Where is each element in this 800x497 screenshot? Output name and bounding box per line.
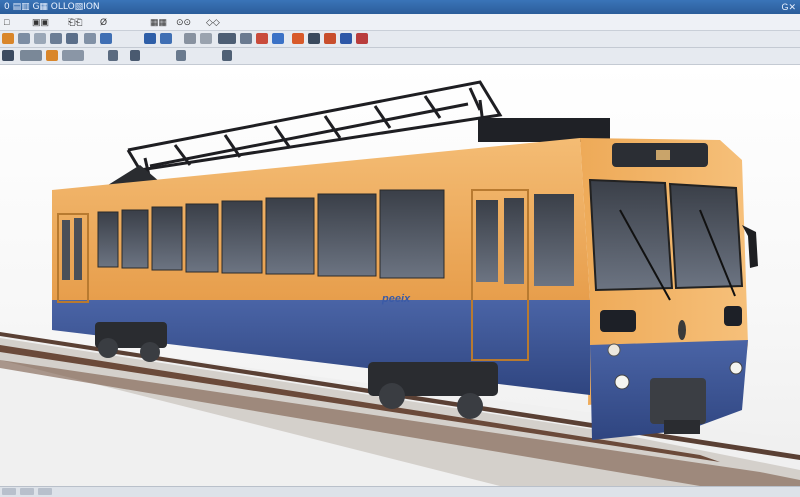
move-icon[interactable] [200, 33, 212, 44]
globe-icon[interactable] [340, 33, 352, 44]
menu-bar: □ ▣▣ ⎗⎗ Ø ▦▦ ⊙⊙ ◇◇ [0, 14, 800, 31]
operator-logo: рееіх [381, 293, 411, 305]
menu-item-tools[interactable]: ▦▦ [150, 15, 167, 29]
marker-light-left [607, 343, 621, 357]
cab-side-window [534, 194, 574, 286]
windshield-right [668, 182, 744, 290]
secondary-toolbar [0, 48, 800, 65]
viewport-3d[interactable]: рееіх [0, 65, 800, 486]
select-icon[interactable] [184, 33, 196, 44]
layers-icon[interactable] [2, 50, 14, 61]
open-icon[interactable] [18, 33, 30, 44]
menu-item-file[interactable]: □ [4, 15, 9, 29]
status-segment-1 [2, 488, 16, 495]
light-icon[interactable] [272, 33, 284, 44]
new-file-icon[interactable] [2, 33, 14, 44]
rear-door-window-left [62, 220, 70, 280]
paste-icon[interactable] [100, 33, 112, 44]
menu-item-edit[interactable]: ▣▣ [32, 15, 49, 29]
headlight-cluster-right [724, 306, 742, 326]
menu-item-insert[interactable]: Ø [100, 15, 107, 29]
tram-scene: рееіх [0, 80, 800, 486]
render-icon[interactable] [308, 33, 320, 44]
route-number [656, 150, 670, 160]
menu-item-help[interactable]: ◇◇ [206, 15, 220, 29]
brush-tool-icon[interactable] [176, 50, 186, 61]
scale-icon[interactable] [240, 33, 252, 44]
save-icon[interactable] [34, 33, 46, 44]
sketch-icon[interactable] [20, 50, 42, 61]
color-icon[interactable] [46, 50, 58, 61]
cut-icon[interactable] [66, 33, 78, 44]
pencil-icon[interactable] [356, 33, 368, 44]
coupler [650, 378, 706, 424]
status-segment-3 [38, 488, 52, 495]
status-segment-2 [20, 488, 34, 495]
line-tool-icon[interactable] [130, 50, 140, 61]
paint-icon[interactable] [324, 33, 336, 44]
undo-icon[interactable] [144, 33, 156, 44]
main-toolbar [0, 31, 800, 48]
eraser-tool-icon[interactable] [222, 50, 232, 61]
headlight-cluster-left [600, 310, 636, 332]
coupler-head [664, 420, 700, 434]
copy-icon[interactable] [84, 33, 96, 44]
front-door-window-right [504, 198, 524, 284]
windshield-left [588, 178, 674, 292]
front-door-window-left [476, 200, 498, 282]
title-bar: 0 ▤▥ G▦ OLLO▧ION G✕ [0, 0, 800, 14]
menu-item-render[interactable]: ⊙⊙ [176, 15, 191, 29]
camera-icon[interactable] [292, 33, 304, 44]
rear-door-window-right [74, 218, 82, 280]
low-light-right [729, 361, 743, 375]
print-icon[interactable] [50, 33, 62, 44]
status-bar [0, 486, 800, 497]
menu-item-view[interactable]: ⎗⎗ [68, 15, 82, 29]
front-emblem [678, 320, 686, 340]
window-controls[interactable]: G✕ [781, 0, 796, 14]
low-light-left [614, 374, 630, 390]
material-icon[interactable] [256, 33, 268, 44]
snap-icon[interactable] [62, 50, 84, 61]
rotate-icon[interactable] [218, 33, 236, 44]
redo-icon[interactable] [160, 33, 172, 44]
pen-tool-icon[interactable] [108, 50, 118, 61]
window-title: 0 ▤▥ G▦ OLLO▧ION [4, 2, 100, 12]
